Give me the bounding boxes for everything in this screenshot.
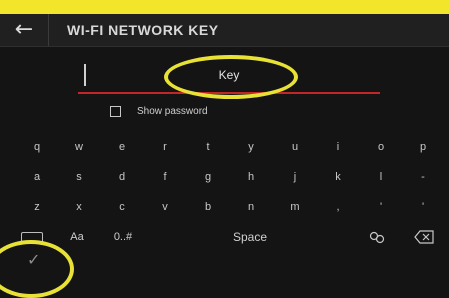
key-r[interactable]: r (154, 136, 176, 158)
show-password-row[interactable]: Show password (110, 104, 208, 118)
special-chars-button[interactable] (365, 226, 389, 248)
case-toggle-button[interactable]: Aa (63, 226, 91, 248)
key-o[interactable]: o (370, 136, 392, 158)
key-e[interactable]: e (111, 136, 133, 158)
confirm-highlight-ring (0, 240, 74, 298)
highlight-stripe (0, 0, 449, 14)
key-q[interactable]: q (26, 136, 48, 158)
key-g[interactable]: g (197, 166, 219, 188)
key-i[interactable]: i (327, 136, 349, 158)
space-key[interactable]: Space (220, 226, 280, 248)
keyboard-bottom-row: Aa 0..# Space (0, 226, 449, 248)
title-bar: ← WI-FI NETWORK KEY (0, 14, 449, 47)
keyboard-row-2: a s d f g h j k l - (0, 166, 449, 188)
key-n[interactable]: n (240, 196, 262, 218)
key-c[interactable]: c (111, 196, 133, 218)
numbers-button[interactable]: 0..# (103, 226, 143, 248)
key-t[interactable]: t (197, 136, 219, 158)
key-j[interactable]: j (284, 166, 306, 188)
arrow-left-icon: ← (14, 17, 34, 42)
page-title: WI-FI NETWORK KEY (67, 22, 219, 38)
key-comma[interactable]: , (327, 196, 349, 218)
show-password-checkbox[interactable] (110, 105, 121, 117)
key-a[interactable]: a (26, 166, 48, 188)
key-h[interactable]: h (240, 166, 262, 188)
special-chars-icon (369, 231, 385, 244)
key-z[interactable]: z (26, 196, 48, 218)
key-x[interactable]: x (68, 196, 90, 218)
backspace-icon (414, 230, 434, 244)
on-screen-keyboard: q w e r t y u i o p a s d f g h j k l - … (0, 136, 449, 252)
key-f[interactable]: f (154, 166, 176, 188)
keyboard-row-3: z x c v b n m , ' ' (0, 196, 449, 218)
show-password-label: Show password (137, 105, 208, 117)
key-v[interactable]: v (154, 196, 176, 218)
input-highlight-ring (164, 55, 298, 99)
key-l[interactable]: l (370, 166, 392, 188)
wifi-key-screen: ← WI-FI NETWORK KEY Key Show password q … (0, 0, 449, 298)
key-b[interactable]: b (197, 196, 219, 218)
key-d[interactable]: d (111, 166, 133, 188)
key-y[interactable]: y (240, 136, 262, 158)
keyboard-row-1: q w e r t y u i o p (0, 136, 449, 158)
back-button[interactable]: ← (0, 14, 49, 46)
key-k[interactable]: k (327, 166, 349, 188)
confirm-button[interactable]: ✓ (27, 250, 40, 269)
key-quote[interactable]: ' (412, 196, 434, 218)
key-s[interactable]: s (68, 166, 90, 188)
backspace-button[interactable] (412, 226, 436, 248)
key-p[interactable]: p (412, 136, 434, 158)
key-w[interactable]: w (68, 136, 90, 158)
key-apostrophe[interactable]: ' (370, 196, 392, 218)
key-m[interactable]: m (284, 196, 306, 218)
key-dash[interactable]: - (412, 166, 434, 188)
key-u[interactable]: u (284, 136, 306, 158)
checkmark-icon: ✓ (27, 250, 41, 269)
